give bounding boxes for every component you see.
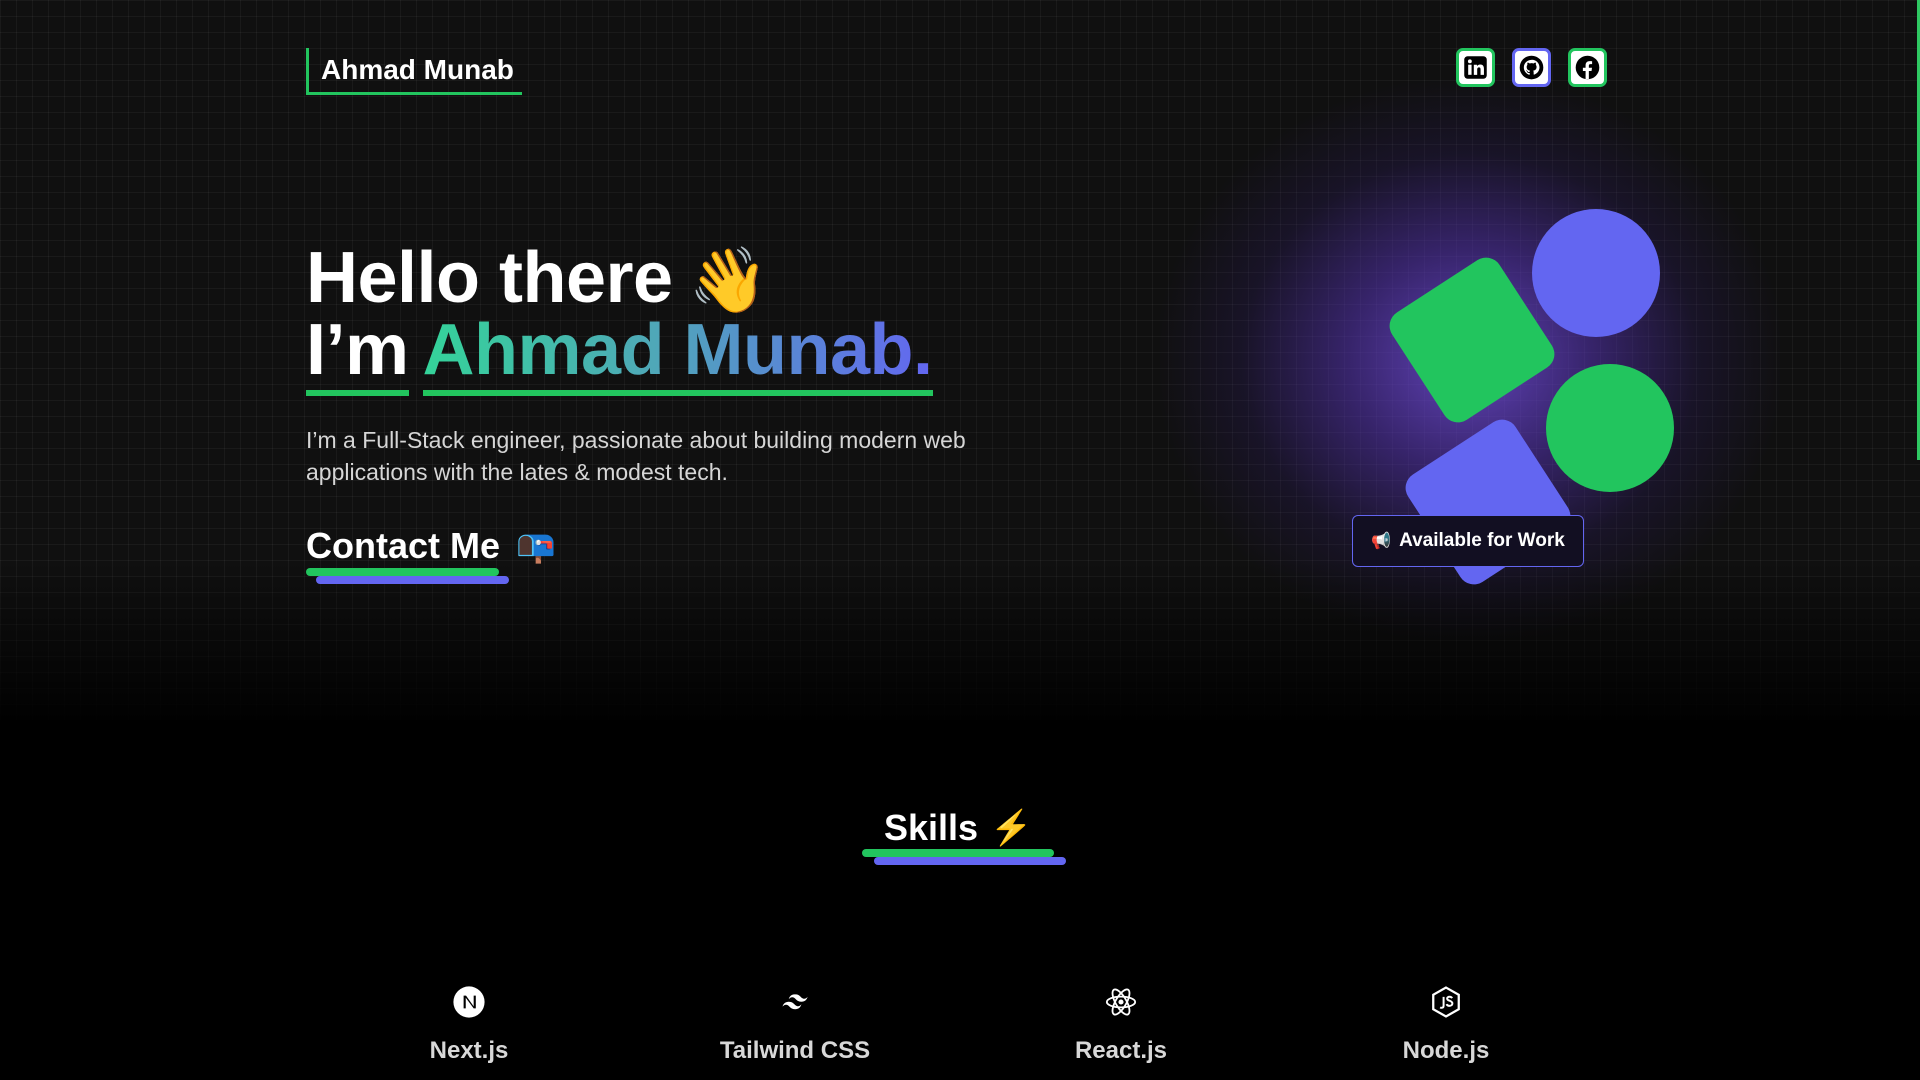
nextjs-icon bbox=[451, 984, 487, 1020]
contact-underline-blue bbox=[316, 576, 509, 584]
tailwind-icon bbox=[777, 984, 813, 1020]
hero-fade bbox=[0, 560, 1920, 730]
skill-item-nodejs: Node.js bbox=[1336, 984, 1556, 1065]
facebook-link[interactable] bbox=[1568, 48, 1607, 87]
portfolio-page: Ahmad Munab Hello there 👋 I’m Ahmad Muna… bbox=[0, 0, 1920, 1080]
wave-emoji-icon: 👋 bbox=[688, 244, 769, 316]
skill-label: React.js bbox=[1074, 1037, 1168, 1064]
nodejs-icon bbox=[1428, 984, 1464, 1020]
skill-item-tailwind: Tailwind CSS bbox=[685, 984, 905, 1065]
available-for-work-badge[interactable]: 📢 Available for Work bbox=[1352, 515, 1584, 567]
skill-item-react: React.js bbox=[1011, 984, 1231, 1065]
megaphone-icon: 📢 bbox=[1371, 533, 1392, 550]
skills-title-text: Skills bbox=[884, 807, 979, 848]
github-link[interactable] bbox=[1512, 48, 1551, 87]
contact-me-button[interactable]: Contact Me bbox=[306, 524, 509, 584]
github-icon bbox=[1519, 55, 1544, 80]
facebook-icon bbox=[1575, 55, 1600, 80]
contact-me-label: Contact Me bbox=[306, 525, 501, 566]
badge-label: Available for Work bbox=[1399, 530, 1565, 551]
skills-title: Skills ⚡ bbox=[862, 804, 1068, 852]
contact-underline-green bbox=[306, 568, 499, 576]
hero-bio: I’m a Full-Stack engineer, passionate ab… bbox=[306, 427, 966, 485]
green-circle-shape bbox=[1546, 364, 1674, 492]
intro-name: Ahmad Munab. bbox=[422, 310, 933, 396]
hero-greeting: Hello there 👋 bbox=[306, 238, 768, 320]
skill-label: Next.js bbox=[429, 1037, 509, 1064]
skills-heading: Skills ⚡ bbox=[862, 804, 1068, 865]
lightning-icon: ⚡ bbox=[990, 809, 1033, 847]
mailbox-icon: 📭 bbox=[516, 527, 556, 565]
greeting-text: Hello there bbox=[306, 238, 673, 318]
skills-underline-blue bbox=[874, 857, 1066, 865]
react-icon bbox=[1103, 984, 1139, 1020]
social-links bbox=[1456, 48, 1607, 87]
skill-item-nextjs: Next.js bbox=[359, 984, 579, 1065]
contact-section: Contact Me 📭 bbox=[306, 524, 556, 584]
linkedin-icon bbox=[1464, 56, 1487, 79]
hero-intro: I’m Ahmad Munab. bbox=[306, 310, 933, 396]
skill-label: Tailwind CSS bbox=[719, 1037, 871, 1064]
linkedin-link[interactable] bbox=[1456, 48, 1495, 87]
blue-circle-shape bbox=[1532, 209, 1660, 337]
site-logo[interactable]: Ahmad Munab bbox=[306, 48, 522, 95]
intro-prefix: I’m bbox=[306, 310, 409, 396]
skill-label: Node.js bbox=[1402, 1037, 1490, 1064]
